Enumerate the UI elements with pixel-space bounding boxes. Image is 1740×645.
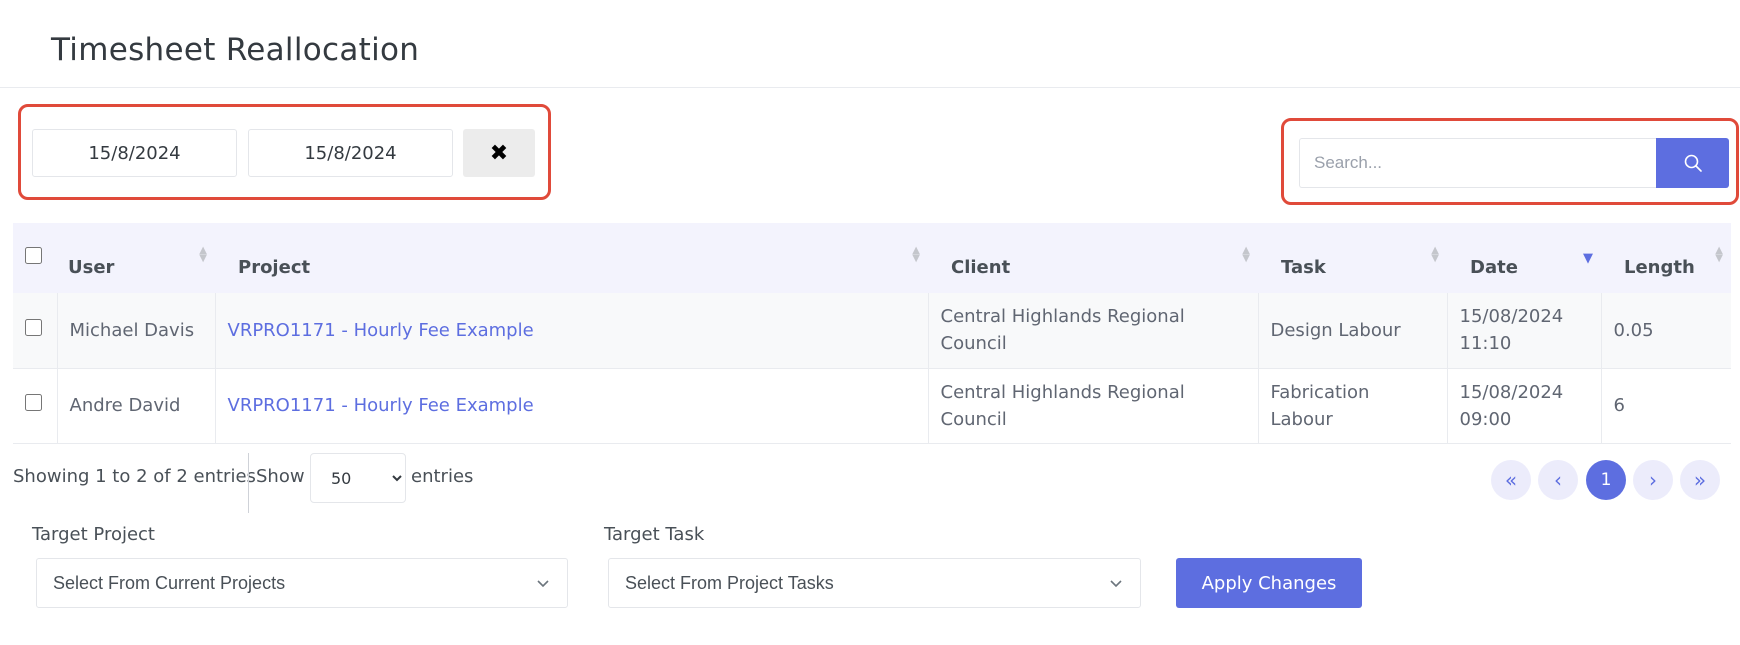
column-header-length[interactable]: Length ▲ ▼ [1601, 223, 1731, 293]
first-page-button[interactable]: « [1491, 460, 1531, 500]
target-task-label: Target Task [604, 524, 705, 545]
entries-per-page-select[interactable]: 50 [310, 453, 406, 503]
footer-divider [248, 453, 249, 513]
previous-page-button[interactable]: ‹ [1538, 460, 1578, 500]
chevron-down-icon [537, 580, 549, 588]
cell-project: VRPRO1171 - Hourly Fee Example [214, 368, 928, 444]
project-link[interactable]: VRPRO1171 - Hourly Fee Example [228, 320, 534, 341]
timesheet-table: User ▲ ▼ Project ▲ ▼ Client ▲ ▼ Task ▲ ▼ Dat… [13, 223, 1731, 444]
table-info: Showing 1 to 2 of 2 entries [13, 466, 256, 487]
sort-icon: ▲ ▼ [1715, 245, 1723, 264]
entries-label: entries [411, 466, 474, 487]
select-all-cell [13, 223, 57, 293]
sort-icon: ▲ ▼ [1431, 245, 1439, 264]
column-header-user[interactable]: User ▲ ▼ [57, 223, 215, 293]
target-project-select[interactable]: Select From Current Projects [36, 558, 568, 608]
sort-icon: ▲ ▼ [199, 245, 207, 264]
cell-length: 6 [1600, 368, 1731, 444]
table-row: Andre David VRPRO1171 - Hourly Fee Examp… [13, 368, 1731, 444]
date-from-input[interactable] [32, 129, 237, 177]
clear-dates-button[interactable]: ✖ [463, 129, 535, 177]
cell-task: Fabrication Labour [1257, 368, 1447, 444]
search-input[interactable] [1299, 138, 1657, 188]
target-task-select[interactable]: Select From Project Tasks [608, 558, 1141, 608]
cell-date: 15/08/2024 11:10 [1446, 293, 1601, 369]
column-header-task[interactable]: Task ▲ ▼ [1258, 223, 1447, 293]
chevron-down-icon [1110, 580, 1122, 588]
cell-user: Andre David [56, 368, 215, 444]
cell-client: Central Highlands Regional Council [927, 368, 1258, 444]
column-header-date[interactable]: Date ▼ [1447, 223, 1601, 293]
select-all-checkbox[interactable] [25, 247, 42, 264]
cell-user: Michael Davis [56, 293, 215, 369]
title-divider [0, 87, 1740, 88]
sort-icon: ▲ ▼ [912, 245, 920, 264]
project-link[interactable]: VRPRO1171 - Hourly Fee Example [228, 395, 534, 416]
page-1-button[interactable]: 1 [1586, 460, 1626, 500]
last-page-button[interactable]: » [1680, 460, 1720, 500]
cell-client: Central Highlands Regional Council [927, 293, 1258, 369]
double-chevron-left-icon: « [1504, 468, 1518, 492]
cell-task: Design Labour [1257, 293, 1447, 369]
search-icon [1684, 154, 1702, 172]
page-title: Timesheet Reallocation [51, 32, 420, 68]
cell-date: 15/08/2024 09:00 [1446, 368, 1601, 444]
column-header-project[interactable]: Project ▲ ▼ [215, 223, 928, 293]
sort-icon: ▲ ▼ [1242, 245, 1250, 264]
double-chevron-right-icon: » [1693, 468, 1707, 492]
date-to-input[interactable] [248, 129, 453, 177]
sort-desc-icon: ▼ [1583, 251, 1593, 266]
search-button[interactable] [1656, 138, 1729, 188]
row-checkbox[interactable] [25, 318, 42, 336]
table-row: Michael Davis VRPRO1171 - Hourly Fee Exa… [13, 293, 1731, 369]
chevron-right-icon: › [1649, 468, 1657, 492]
cell-project: VRPRO1171 - Hourly Fee Example [214, 293, 928, 369]
column-header-client[interactable]: Client ▲ ▼ [928, 223, 1258, 293]
table-header-row: User ▲ ▼ Project ▲ ▼ Client ▲ ▼ Task ▲ ▼ Dat… [13, 223, 1731, 293]
chevron-left-icon: ‹ [1554, 468, 1562, 492]
row-checkbox[interactable] [25, 394, 42, 411]
close-icon: ✖ [489, 140, 509, 166]
show-label: Show [256, 466, 305, 487]
cell-length: 0.05 [1600, 293, 1731, 369]
target-project-label: Target Project [32, 524, 155, 545]
apply-changes-button[interactable]: Apply Changes [1176, 558, 1362, 608]
next-page-button[interactable]: › [1633, 460, 1673, 500]
